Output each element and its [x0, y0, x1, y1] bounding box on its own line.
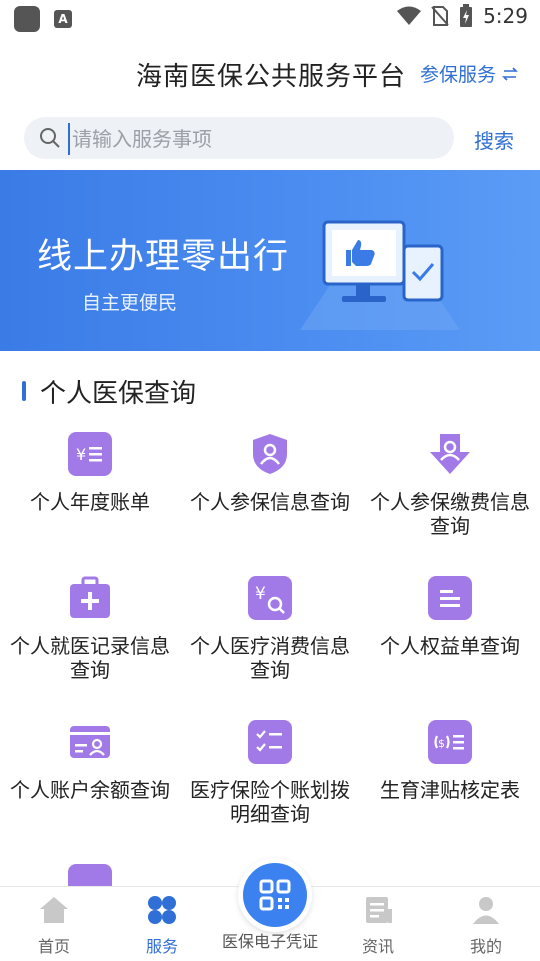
- tab-label: 资讯: [361, 937, 394, 956]
- tile-label: 个人就医记录信息查询: [10, 634, 170, 682]
- svg-text:$: $: [438, 737, 445, 750]
- tab-label: 首页: [37, 937, 70, 956]
- tile-rights-list[interactable]: 个人权益单查询: [360, 576, 540, 658]
- tab-service[interactable]: 服务: [122, 895, 202, 957]
- battery-charging-icon: [460, 4, 473, 27]
- section-title: 个人医保查询: [40, 379, 197, 409]
- switch-arrows-icon: [502, 66, 518, 81]
- wifi-icon: [397, 6, 422, 25]
- status-time: 5:29: [483, 4, 528, 28]
- tab-label: 我的: [469, 937, 502, 956]
- tile-label: 个人权益单查询: [380, 634, 520, 658]
- tile-label: 个人年度账单: [30, 490, 150, 514]
- tile-partial[interactable]: [0, 864, 180, 886]
- tab-home[interactable]: 首页: [14, 895, 94, 957]
- tile-label: 医疗保险个账划拨明细查询: [190, 778, 350, 826]
- app-header: 海南医保公共服务平台 参保服务: [0, 36, 540, 106]
- no-sim-icon: [431, 6, 449, 26]
- person-icon: [473, 897, 499, 924]
- insured-service-label: 参保服务: [420, 64, 497, 86]
- tile-label: 生育津贴核定表: [380, 778, 520, 802]
- medical-kit-icon: [68, 576, 112, 620]
- status-bar: A 5:29: [0, 0, 540, 36]
- yuan-search-icon: ¥: [248, 576, 292, 620]
- account-card-icon: [68, 720, 112, 764]
- tab-mine[interactable]: 我的: [446, 895, 526, 957]
- insured-service-link[interactable]: 参保服务: [420, 60, 518, 87]
- news-icon: [366, 897, 392, 923]
- notification-app-icon: [14, 6, 40, 32]
- tile-account-allocation[interactable]: 医疗保险个账划拨明细查询: [180, 720, 360, 826]
- document-icon: [428, 576, 472, 620]
- search-icon: [40, 128, 60, 148]
- tile-label: 个人医疗消费信息查询: [190, 634, 350, 682]
- tile-label: 个人账户余额查询: [10, 778, 170, 802]
- search-input[interactable]: [68, 123, 444, 155]
- tile-payment-info[interactable]: 个人参保缴费信息查询: [360, 432, 540, 538]
- page-title: 海南医保公共服务平台: [136, 62, 407, 92]
- promo-banner[interactable]: 线上办理零出行 自主更便民: [0, 170, 540, 351]
- service-grid-icon: [148, 896, 176, 924]
- tile-insurance-info[interactable]: 个人参保信息查询: [180, 432, 360, 514]
- tab-label: 服务: [145, 937, 178, 956]
- tile-label: 个人参保缴费信息查询: [370, 490, 530, 538]
- tile-medical-records[interactable]: 个人就医记录信息查询: [0, 576, 180, 682]
- medical-e-voucher-button[interactable]: [238, 858, 312, 932]
- qr-code-icon: [259, 879, 291, 911]
- tile-maternity-allowance[interactable]: $ 生育津贴核定表: [360, 720, 540, 802]
- tab-news[interactable]: 资讯: [338, 895, 418, 957]
- payment-download-icon: [428, 432, 472, 476]
- svg-text:¥: ¥: [255, 584, 266, 604]
- search-button[interactable]: 搜索: [474, 125, 514, 154]
- a-notification-icon: A: [54, 10, 72, 28]
- banner-title: 线上办理零出行: [37, 237, 290, 277]
- tile-annual-bill[interactable]: ¥ 个人年度账单: [0, 432, 180, 514]
- tile-label: 个人参保信息查询: [190, 490, 350, 514]
- computer-thumbs-up-illustration: [300, 220, 460, 330]
- tab-label: 医保电子凭证: [221, 932, 318, 951]
- section-title-marker: [22, 381, 26, 401]
- checklist-icon: [68, 864, 112, 886]
- shield-person-icon: [248, 432, 292, 476]
- svg-text:¥: ¥: [76, 445, 86, 464]
- banner-subtitle: 自主更便民: [82, 292, 178, 314]
- home-icon: [40, 897, 68, 923]
- search-bar: [24, 117, 454, 159]
- allowance-icon: $: [428, 720, 472, 764]
- tile-account-balance[interactable]: 个人账户余额查询: [0, 720, 180, 802]
- bill-icon: ¥: [68, 432, 112, 476]
- tile-medical-consumption[interactable]: ¥ 个人医疗消费信息查询: [180, 576, 360, 682]
- checklist-icon: [248, 720, 292, 764]
